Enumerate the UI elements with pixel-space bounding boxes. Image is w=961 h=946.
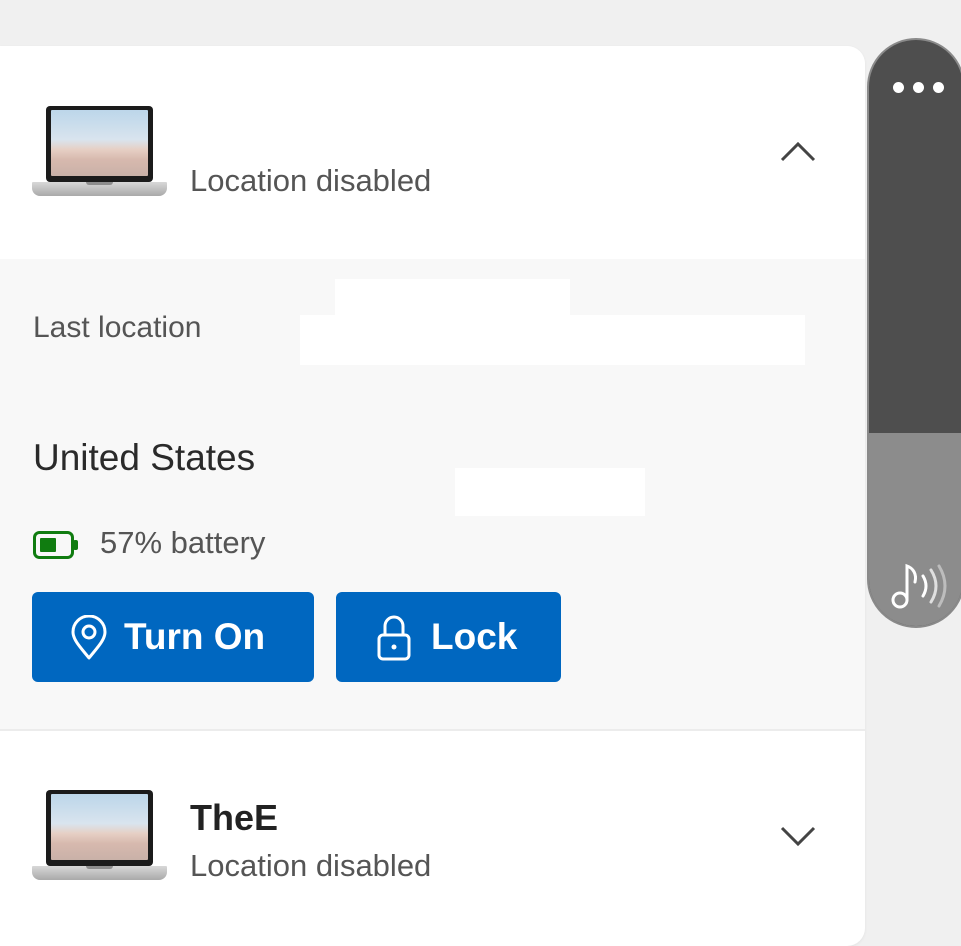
more-dots-icon[interactable] — [893, 82, 945, 94]
location-pin-icon — [71, 615, 107, 660]
device-2-status: Location disabled — [190, 848, 432, 883]
chevron-up-icon[interactable] — [778, 140, 818, 164]
floating-side-panel — [867, 38, 961, 628]
device-1-status: Location disabled — [190, 163, 432, 198]
laptop-thumbnail — [32, 106, 167, 202]
redacted-block — [335, 279, 570, 319]
location-country: United States — [33, 437, 256, 478]
redacted-block — [300, 315, 805, 365]
turn-on-location-button[interactable]: Turn On — [32, 592, 314, 682]
last-location-label: Last location — [33, 311, 202, 344]
device-header-1[interactable]: Location disabled — [0, 46, 865, 259]
battery-icon — [33, 531, 78, 559]
device-list-card: Location disabled Last location United S… — [0, 46, 865, 946]
lock-button-label: Lock — [431, 616, 518, 657]
chevron-down-icon[interactable] — [778, 824, 818, 848]
device-details-panel: Last location United States 57% battery … — [0, 259, 865, 731]
lock-device-button[interactable]: Lock — [336, 592, 561, 682]
battery-text: 57% battery — [100, 525, 266, 560]
music-note-sound-icon[interactable] — [889, 560, 953, 610]
laptop-thumbnail — [32, 790, 167, 886]
turn-on-button-label: Turn On — [124, 616, 266, 657]
redacted-block — [455, 468, 645, 516]
device-2-name: TheE — [190, 797, 279, 838]
lock-icon — [377, 615, 411, 661]
